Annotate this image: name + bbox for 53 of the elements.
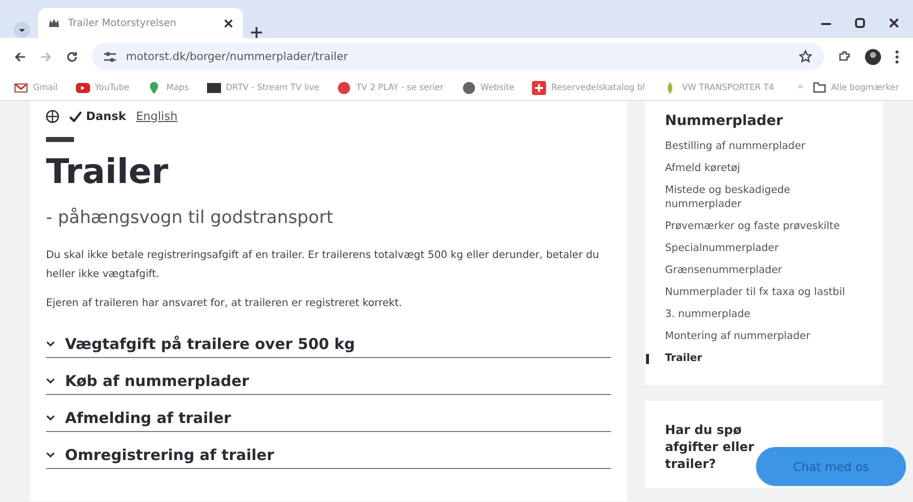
- accent-bar: [46, 137, 74, 142]
- nav-link[interactable]: Mistede og beskadigede nummerplader: [665, 179, 847, 215]
- nav-heading: Nummerplader: [665, 113, 784, 129]
- nav-link[interactable]: Grænsenummerplader: [665, 259, 847, 281]
- puzzle-icon: [838, 50, 851, 63]
- nav-link[interactable]: Nummerplader til fx taxa og lastbil: [665, 281, 847, 303]
- address-bar[interactable]: motorst.dk/borger/nummerplader/trailer: [92, 43, 824, 70]
- card-heading-text: afgifter eller: [665, 438, 754, 455]
- play-icon: [76, 80, 90, 94]
- nav-link[interactable]: Afmeld køretøj: [665, 157, 847, 179]
- close-icon: [889, 18, 899, 28]
- mail-icon: [14, 80, 28, 94]
- restore-icon: [855, 18, 865, 28]
- language-link[interactable]: English: [136, 109, 178, 123]
- chevron-down-icon: [46, 452, 55, 458]
- more-menu-icon: [895, 50, 899, 64]
- browser-tab[interactable]: Trailer Motorstyrelsen: [38, 8, 243, 38]
- nav-link[interactable]: Bestilling af nummerplader: [665, 135, 847, 157]
- star-icon: [799, 50, 812, 63]
- card-heading-text: Har du spø: [665, 421, 742, 438]
- body-text: Ejeren af traileren har ansvaret for, at traileren er registreret korrekt.: [46, 296, 404, 311]
- close-icon: [224, 18, 233, 28]
- body-text: Du skal ikke betale registreringsafgift af en trailer. Er trailerens totalvægt 500 kg eller derunder, betaler du heller ikke vægtafgift.: [46, 248, 600, 282]
- accordion-header[interactable]: Afmelding af trailer: [46, 397, 611, 432]
- selected-language[interactable]: Dansk: [69, 109, 126, 123]
- page-subtitle: - påhængsvogn til godstransport: [46, 208, 334, 228]
- chevron-down-icon: [46, 415, 55, 421]
- cross-icon: [532, 80, 546, 94]
- crown-icon: [48, 17, 60, 29]
- nav-link[interactable]: Specialnummerplader: [665, 237, 847, 259]
- active-indicator: [646, 354, 649, 364]
- back-arrow-icon: [14, 50, 26, 62]
- card-heading-text: trailer?: [665, 455, 716, 472]
- nav-link[interactable]: Montering af nummerplader: [665, 325, 847, 347]
- new-tab-icon: [251, 27, 262, 38]
- chevron-down-icon: [46, 378, 55, 384]
- caret-down-icon: [14, 22, 30, 38]
- folder-icon: [813, 82, 826, 93]
- accordion-header[interactable]: Køb af nummerplader: [46, 360, 611, 395]
- avatar-icon: [865, 48, 881, 64]
- check-icon: [69, 110, 82, 122]
- chevron-down-icon: [46, 341, 55, 347]
- forward-arrow-icon: [40, 50, 52, 62]
- tune-icon: [104, 52, 116, 62]
- accordion-header[interactable]: Omregistrering af trailer: [46, 434, 611, 469]
- reload-icon: [66, 50, 78, 62]
- nav-link[interactable]: Trailer: [665, 347, 847, 369]
- tv-icon: [206, 80, 221, 94]
- accordion-header[interactable]: Vægtafgift på trailere over 500 kg: [46, 323, 611, 358]
- nav-link[interactable]: Prøvemærker og faste prøveskilte: [665, 215, 847, 237]
- tab-title: Trailer Motorstyrelsen: [68, 18, 178, 28]
- page-title: Trailer: [46, 152, 170, 192]
- nav-link[interactable]: 3. nummerplade: [665, 303, 847, 325]
